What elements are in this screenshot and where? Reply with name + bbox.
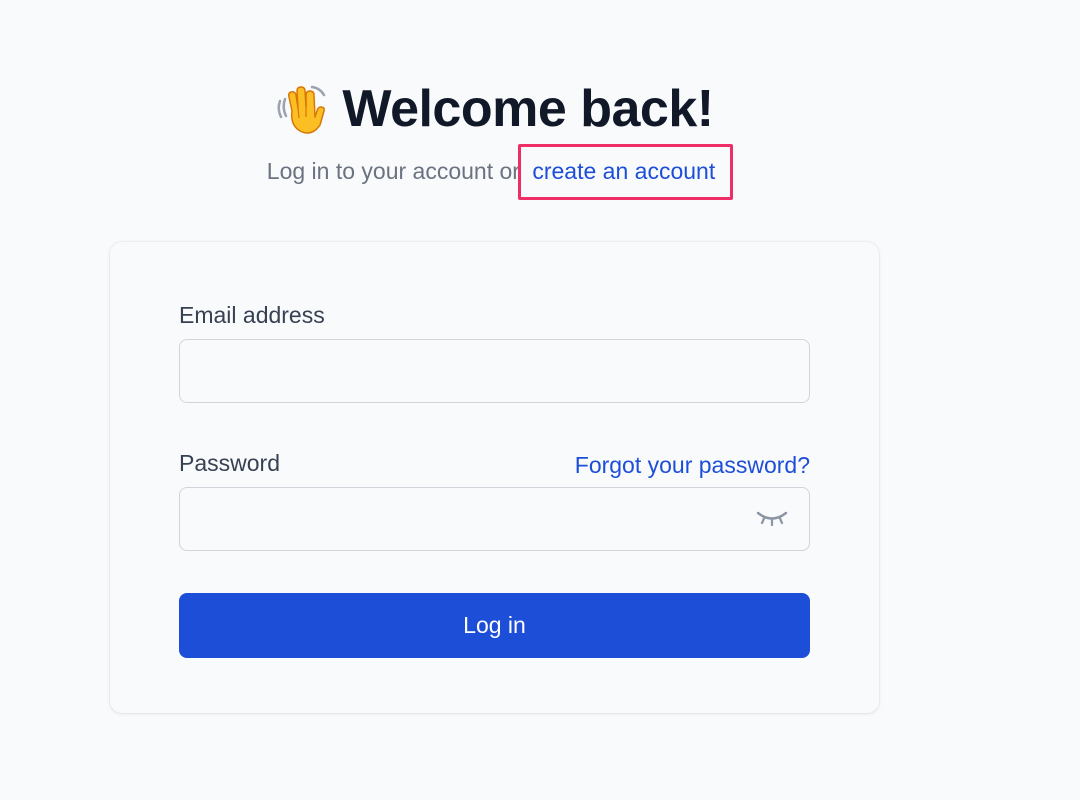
password-field[interactable] — [179, 487, 810, 551]
password-label: Password — [179, 450, 280, 476]
login-page: Welcome back! Log in to your account or … — [0, 0, 1080, 800]
login-button[interactable]: Log in — [179, 593, 810, 658]
login-card: Email address Password Forgot your passw… — [110, 242, 879, 713]
email-label: Email address — [179, 302, 325, 328]
page-title: Welcome back! — [342, 80, 714, 138]
subtitle: Log in to your account or create an acco… — [0, 144, 988, 200]
email-field[interactable] — [179, 339, 810, 403]
forgot-password-link[interactable]: Forgot your password? — [575, 450, 810, 480]
title-row: Welcome back! — [274, 76, 714, 142]
subtitle-text: Log in to your account or — [266, 158, 527, 184]
waving-hand-icon — [274, 81, 330, 137]
page-heading: Welcome back! — [0, 76, 988, 142]
create-account-link[interactable]: create an account — [518, 144, 734, 200]
eye-closed-icon[interactable] — [755, 508, 789, 528]
